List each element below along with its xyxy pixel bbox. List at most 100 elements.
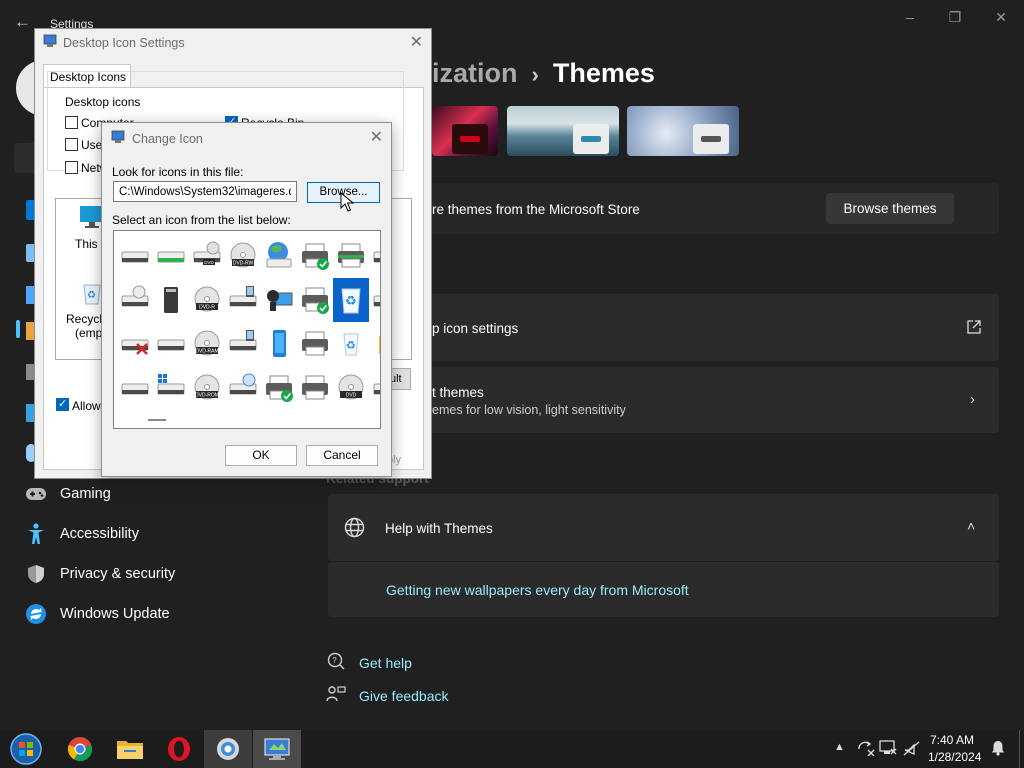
mouse-cursor-icon: [340, 191, 355, 212]
cancel-button[interactable]: Cancel: [306, 445, 378, 466]
ok-button[interactable]: OK: [225, 445, 297, 466]
wallpaper-link[interactable]: Getting new wallpapers every day from Mi…: [386, 582, 689, 598]
printer-check-icon[interactable]: [297, 234, 333, 278]
printer-green-icon[interactable]: [333, 234, 369, 278]
horizontal-scrollbar[interactable]: [115, 411, 379, 427]
theme-thumbnail-bloom[interactable]: [627, 106, 739, 156]
recycle-bin-small-icon[interactable]: ♻: [333, 322, 369, 366]
drive-green-icon[interactable]: [153, 234, 189, 278]
computer-checkbox[interactable]: [65, 116, 78, 129]
select-icon-label: Select an icon from the list below:: [112, 213, 291, 227]
action-center-sync-icon[interactable]: [857, 740, 875, 759]
breadcrumb-parent[interactable]: ization: [432, 58, 518, 88]
dvd-rw-disc-icon[interactable]: DVD-RW: [225, 234, 261, 278]
file-explorer-taskbar-button[interactable]: [106, 730, 154, 768]
notification-bell-icon[interactable]: [990, 740, 1006, 759]
close-icon[interactable]: ✕: [410, 32, 423, 52]
svg-text:?: ?: [332, 656, 337, 665]
nav-label: Gaming: [60, 486, 111, 502]
get-help-label: Get help: [359, 655, 412, 671]
network-globe-icon[interactable]: [261, 234, 297, 278]
recycle-bin-icon[interactable]: ♻: [333, 278, 369, 322]
chrome-taskbar-button[interactable]: [56, 730, 104, 768]
memory-card-icon[interactable]: [153, 278, 189, 322]
network-icon[interactable]: [879, 740, 897, 759]
drive-icon[interactable]: [369, 278, 380, 322]
dialog-app-icon: [43, 34, 57, 51]
contrast-themes-title: t themes: [432, 385, 484, 400]
gamepad-icon: [24, 482, 48, 506]
allow-themes-checkbox[interactable]: [56, 397, 69, 411]
close-button[interactable]: ✕: [987, 6, 1015, 28]
nav-item-accessibility[interactable]: Accessibility: [24, 519, 139, 549]
accessibility-icon: [24, 522, 48, 546]
drive-icon[interactable]: [117, 234, 153, 278]
theme-thumbnail-lake[interactable]: [507, 106, 619, 156]
store-text: re themes from the Microsoft Store: [432, 202, 640, 217]
clock-date[interactable]: 1/28/2024: [928, 750, 981, 764]
dialog-app-icon: [111, 130, 125, 149]
file-explorer-icon: [117, 741, 143, 759]
svg-text:♻: ♻: [346, 339, 356, 352]
show-hidden-icons-icon[interactable]: ▲: [834, 741, 845, 753]
recycle-bin-empty-icon[interactable]: ♻: [81, 281, 103, 308]
nav-label: Accessibility: [60, 526, 139, 542]
dvd-drive-icon[interactable]: DVD: [189, 234, 225, 278]
svg-text:DVD: DVD: [346, 393, 357, 399]
printer-icon[interactable]: [297, 366, 333, 410]
drive-icon[interactable]: [153, 322, 189, 366]
drive-remove-icon[interactable]: [225, 366, 261, 410]
scrollbar-thumb[interactable]: [148, 419, 166, 421]
nav-item-gaming[interactable]: Gaming: [24, 479, 111, 509]
drive-phone-icon[interactable]: [225, 278, 261, 322]
nav-item-privacy[interactable]: Privacy & security: [24, 559, 175, 589]
close-icon[interactable]: ✕: [370, 127, 383, 147]
nav-item-windows-update[interactable]: Windows Update: [24, 599, 170, 629]
chrome-icon: [67, 737, 93, 762]
minimize-button[interactable]: –: [896, 6, 924, 28]
dvd-rom-disc-icon[interactable]: DVD-ROM: [189, 366, 225, 410]
network-checkbox[interactable]: [65, 161, 78, 174]
control-panel-taskbar-button[interactable]: [204, 730, 252, 768]
nav-label: Privacy & security: [60, 566, 176, 582]
dvd-ram-disc-icon[interactable]: DVD-RAM: [189, 322, 225, 366]
give-feedback-link[interactable]: Give feedback: [326, 685, 449, 707]
svg-text:DVD-R: DVD-R: [199, 305, 215, 311]
printer-check-icon[interactable]: [297, 278, 333, 322]
drive-icon[interactable]: [369, 366, 380, 410]
dvd-r-disc-icon[interactable]: DVD-R: [189, 278, 225, 322]
phone-icon[interactable]: [261, 322, 297, 366]
printer-check-icon[interactable]: [261, 366, 297, 410]
volume-muted-icon[interactable]: [903, 740, 921, 759]
icon-grid[interactable]: DVD DVD-RW DVD-R ♻ DVD-RAM ♻ DVD-ROM DVD: [113, 230, 381, 429]
drive-icon[interactable]: [117, 366, 153, 410]
breadcrumb-separator: ›: [531, 62, 539, 87]
clock-time[interactable]: 7:40 AM: [930, 733, 974, 747]
browse-themes-button[interactable]: Browse themes: [826, 193, 954, 224]
dialog-title: Desktop Icon Settings: [63, 36, 185, 50]
get-help-link[interactable]: ? Get help: [326, 652, 412, 674]
drive-error-icon[interactable]: [117, 322, 153, 366]
drive-icon[interactable]: [369, 234, 380, 278]
camera-monitor-icon[interactable]: [261, 278, 297, 322]
dvd-disc-icon[interactable]: DVD: [333, 366, 369, 410]
back-arrow-icon[interactable]: ←: [14, 12, 31, 32]
restore-default-button[interactable]: ult: [389, 368, 411, 390]
theme-thumbnail-glow[interactable]: [432, 106, 498, 156]
drive-disc-icon[interactable]: [117, 278, 153, 322]
desktop-settings-taskbar-button[interactable]: [253, 730, 301, 768]
windows-drive-icon[interactable]: [153, 366, 189, 410]
show-desktop-button[interactable]: [1019, 730, 1024, 768]
change-icon-dialog: Change Icon ✕ Look for icons in this fil…: [101, 122, 392, 477]
folder-icon[interactable]: [369, 322, 380, 366]
printer-icon[interactable]: [297, 322, 333, 366]
maximize-button[interactable]: ❐: [941, 6, 969, 28]
user-files-checkbox[interactable]: [65, 138, 78, 151]
svg-text:DVD-RAM: DVD-RAM: [195, 349, 218, 355]
taskbar: ▲ 7:40 AM 1/28/2024: [0, 730, 1024, 768]
drive-phone-icon[interactable]: [225, 322, 261, 366]
icon-file-path-input[interactable]: [113, 181, 297, 202]
start-button[interactable]: [2, 730, 50, 768]
chevron-up-icon[interactable]: ˄: [967, 518, 975, 534]
opera-taskbar-button[interactable]: [155, 730, 203, 768]
